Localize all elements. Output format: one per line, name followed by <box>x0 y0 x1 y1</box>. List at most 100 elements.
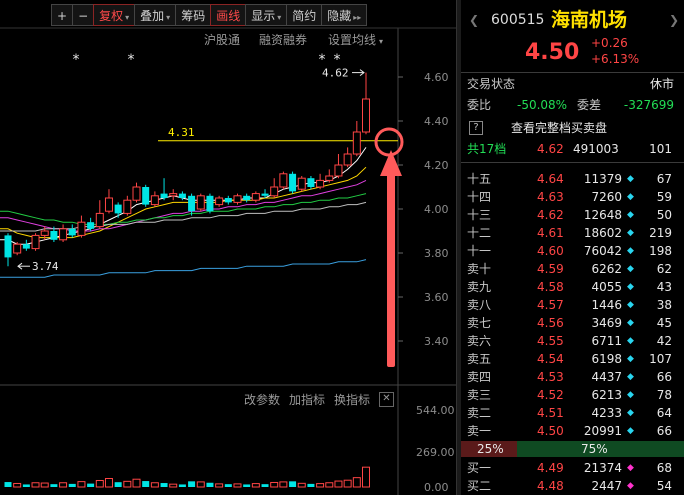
high-price-label: 4.62 <box>322 67 349 80</box>
order-book-row[interactable]: 卖一 4.50 20991 ◆ 66 <box>461 422 684 440</box>
ma-line-4 <box>0 201 367 232</box>
level-count: 78 <box>656 388 672 402</box>
volume-bar <box>13 482 22 488</box>
volume-bar <box>307 483 315 487</box>
buy-sell-ratio-bar: 25% 75% <box>461 440 684 458</box>
edit-params-link[interactable]: 改参数 <box>244 391 280 408</box>
ask-marker-icon: ◆ <box>627 246 634 256</box>
candle-body <box>40 230 49 236</box>
ask-marker-icon: ◆ <box>627 228 634 238</box>
event-star-marker: * <box>334 52 341 68</box>
candle-body <box>169 193 178 197</box>
level-price: 4.56 <box>537 316 564 330</box>
full-book-row[interactable]: ? 查看完整档买卖盘 <box>461 119 684 137</box>
double-chevron-right-icon: ▸▸ <box>353 13 362 22</box>
order-book-row[interactable]: 十二 4.61 18602 ◆ 219 <box>461 224 684 242</box>
order-book-row[interactable]: 卖十 4.59 6262 ◆ 62 <box>461 260 684 278</box>
order-book-row[interactable]: 买一 4.49 21374 ◆ 68 <box>461 459 684 477</box>
volume-bar <box>196 481 205 488</box>
set-ma-dropdown[interactable]: 设置均线 ▾ <box>328 31 383 48</box>
order-book-row[interactable]: 卖二 4.51 4233 ◆ 64 <box>461 404 684 422</box>
add-indicator-link[interactable]: 加指标 <box>289 391 325 408</box>
close-icon: ✕ <box>382 393 391 404</box>
stock-name: 海南机场 <box>551 9 628 31</box>
candle-body <box>87 222 95 229</box>
level-count: 59 <box>656 190 672 204</box>
close-indicator-button[interactable]: ✕ <box>379 392 394 407</box>
order-book-row[interactable]: 买二 4.48 2447 ◆ 54 <box>461 477 684 495</box>
order-book-row[interactable]: 十三 4.62 12648 ◆ 50 <box>461 206 684 224</box>
volume-bar <box>316 483 325 488</box>
level-price: 4.53 <box>537 370 564 384</box>
last-price: 4.50 <box>525 40 580 65</box>
help-icon: ? <box>469 121 483 135</box>
level-count: 198 <box>649 244 672 258</box>
level-price: 4.50 <box>537 424 564 438</box>
level-volume: 11379 <box>583 172 622 186</box>
annotation-arrow-shaft <box>387 172 395 367</box>
volume-bar <box>50 484 58 487</box>
kline-chart-area[interactable]: 4.31 4.62 3.74 * * * * + − 复权 ▾ 叠加 ▾ 筹码 画线 显示 ▾ 简… <box>0 0 456 495</box>
candle-body <box>178 193 186 198</box>
shanghai-connect-link[interactable]: 沪股通 <box>204 31 240 48</box>
ask-marker-icon: ◆ <box>627 372 634 382</box>
kline-chart[interactable]: 4.31 4.62 3.74 * * * * <box>0 0 456 495</box>
level-volume: 3469 <box>591 316 622 330</box>
candle-body <box>334 164 343 177</box>
chevron-down-icon: ▾ <box>125 13 130 22</box>
full-book-link[interactable]: 查看完整档买卖盘 <box>511 119 607 137</box>
order-book-row[interactable]: 卖九 4.58 4055 ◆ 43 <box>461 278 684 296</box>
level-count: 107 <box>649 352 672 366</box>
price-tick: 3.40 <box>424 335 449 348</box>
level-price: 4.54 <box>537 352 564 366</box>
stock-code: 600515 <box>491 12 545 28</box>
order-book-row[interactable]: 卖五 4.54 6198 ◆ 107 <box>461 350 684 368</box>
overlay-dropdown[interactable]: 叠加 ▾ <box>134 4 177 26</box>
previous-stock-icon[interactable]: ❮ <box>469 8 479 32</box>
sell-ratio-label: 25% <box>477 442 504 456</box>
order-book-row[interactable]: 卖六 4.55 6711 ◆ 42 <box>461 332 684 350</box>
volume-bar <box>289 481 297 487</box>
zoom-in-button[interactable]: + <box>51 4 74 26</box>
order-book-row[interactable]: 十四 4.63 7260 ◆ 59 <box>461 188 684 206</box>
level-label: 十二 <box>467 226 492 240</box>
level-label: 卖三 <box>467 388 492 402</box>
candle-body <box>289 173 297 192</box>
next-stock-icon[interactable]: ❯ <box>669 8 679 32</box>
restore-rights-dropdown[interactable]: 复权 ▾ <box>93 4 136 26</box>
level-label: 卖二 <box>467 406 492 420</box>
levels-count: 101 <box>649 142 672 156</box>
volume-bar <box>279 481 288 488</box>
volume-bar <box>224 484 232 487</box>
display-dropdown[interactable]: 显示 ▾ <box>245 4 288 26</box>
volume-bar <box>325 482 334 488</box>
margin-trading-link[interactable]: 融资融券 <box>259 31 307 48</box>
order-book-row[interactable]: 十五 4.64 11379 ◆ 67 <box>461 170 684 188</box>
candle-body <box>59 228 68 241</box>
simple-mode-button[interactable]: 简约 <box>286 4 323 26</box>
hide-button[interactable]: 隐藏 ▸▸ <box>321 4 368 26</box>
chips-button[interactable]: 筹码 <box>175 4 212 26</box>
volume-bar <box>178 484 186 487</box>
candle-body <box>4 235 12 258</box>
candle-body <box>325 175 334 181</box>
order-book-row[interactable]: 卖七 4.56 3469 ◆ 45 <box>461 314 684 332</box>
order-book-row[interactable]: 卖八 4.57 1446 ◆ 38 <box>461 296 684 314</box>
candle-body <box>114 204 122 214</box>
order-book-row[interactable]: 卖三 4.52 6213 ◆ 78 <box>461 386 684 404</box>
draw-line-button[interactable]: 画线 <box>210 4 247 26</box>
trade-status-label: 交易状态 <box>467 77 516 91</box>
volume-bar <box>334 480 343 488</box>
trade-status-value: 休市 <box>649 77 674 91</box>
order-book-row[interactable]: 十一 4.60 76042 ◆ 198 <box>461 242 684 260</box>
level-price: 4.62 <box>537 208 564 222</box>
level-label: 买一 <box>467 461 492 475</box>
level-volume: 6213 <box>591 388 622 402</box>
level-price: 4.48 <box>537 479 564 493</box>
volume-bar <box>59 482 68 488</box>
order-book-row[interactable]: 卖四 4.53 4437 ◆ 66 <box>461 368 684 386</box>
swap-indicator-link[interactable]: 换指标 <box>334 391 370 408</box>
order-ratio-row: 委比 -50.08% 委差 -327699 <box>461 96 684 114</box>
low-price-label: 3.74 <box>32 260 59 273</box>
zoom-out-button[interactable]: − <box>72 4 95 26</box>
